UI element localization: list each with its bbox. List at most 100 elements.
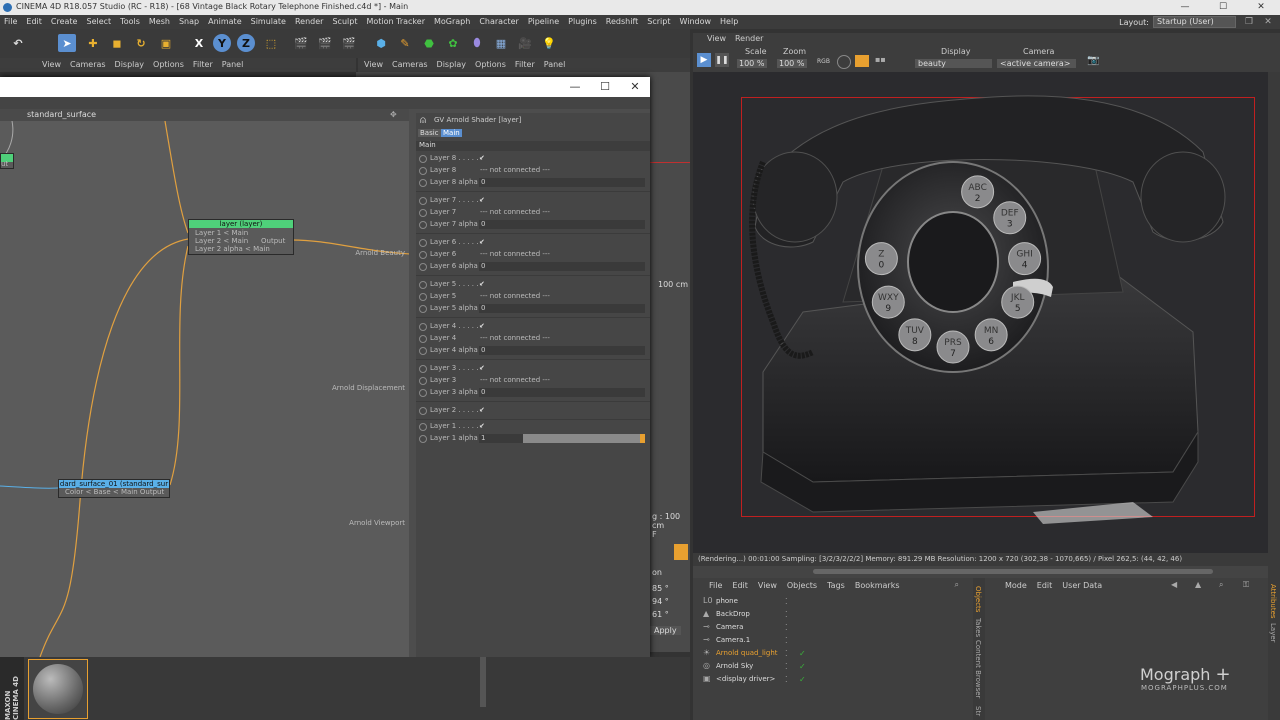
y-axis-button[interactable]: Y	[213, 34, 231, 52]
minimize-button[interactable]: —	[1166, 0, 1204, 15]
attribute-manager-menu-item[interactable]: Edit	[1037, 581, 1053, 590]
tab-basic[interactable]: Basic	[418, 129, 441, 137]
object-row[interactable]: ⊸ Camera ⁚	[693, 621, 973, 634]
region-icon[interactable]	[837, 55, 851, 69]
maximize-button[interactable]: ☐	[1204, 0, 1242, 15]
menu-item[interactable]: Help	[720, 17, 738, 26]
pen-icon[interactable]: ✎	[396, 34, 414, 52]
restore-icon[interactable]: ❐	[1242, 15, 1256, 29]
animate-radio-icon[interactable]	[419, 377, 427, 385]
side-tab-objects[interactable]: Objects	[974, 586, 982, 612]
object-manager-search-icon[interactable]: ⌕	[955, 580, 959, 590]
attribute-manager-menu-item[interactable]: User Data	[1062, 581, 1102, 590]
visibility-dots-icon[interactable]: ⁚	[785, 675, 788, 684]
layer-alpha-field[interactable]: 0	[479, 304, 523, 313]
subdivision-icon[interactable]: ⬣	[420, 34, 438, 52]
menu-item[interactable]: Animate	[208, 17, 242, 26]
layer-alpha-field[interactable]: 1	[479, 434, 523, 443]
deformer-icon[interactable]: ⬮	[468, 34, 486, 52]
render-canvas[interactable]: ABC 2 DEF 3 GHI 4 JKL 5 MN 6 PRS 7 TUV 8 WXY 9 Z 0	[693, 72, 1268, 553]
object-name[interactable]: Camera.1	[716, 636, 750, 644]
zoom-field[interactable]: 100 %	[777, 59, 807, 68]
object-name[interactable]: BackDrop	[716, 610, 750, 618]
viewport-menu-item[interactable]: Options	[153, 60, 184, 69]
layer-node-port-in[interactable]: Layer 2 alpha < Main	[195, 245, 270, 253]
menu-item[interactable]: Create	[51, 17, 78, 26]
layer-alpha-slider[interactable]	[523, 388, 645, 397]
play-icon[interactable]: ▶	[697, 53, 711, 67]
side-tab-attributes[interactable]: Attributes	[1269, 584, 1277, 619]
animate-radio-icon[interactable]	[419, 179, 427, 187]
safe-frame-icon[interactable]	[855, 55, 869, 67]
menu-item[interactable]: Mesh	[149, 17, 170, 26]
animate-radio-icon[interactable]	[419, 239, 427, 247]
animate-radio-icon[interactable]	[419, 209, 427, 217]
object-row[interactable]: ◎ Arnold Sky ⁚ ✓	[693, 660, 973, 673]
object-row[interactable]: L0 phone ⁚	[693, 595, 973, 608]
standard-surface-node[interactable]: dard_surface_01 (standard_sur Color < Ba…	[58, 479, 170, 498]
arnold-beauty-port[interactable]: Arnold Beauty	[355, 249, 405, 257]
pause-icon[interactable]: ❚❚	[715, 53, 729, 67]
layer-enable-checkbox[interactable]: ✔	[479, 364, 485, 372]
viewport-menu-item[interactable]: View	[364, 60, 383, 69]
side-tab-structure[interactable]: Str	[974, 706, 982, 716]
layer-alpha-slider[interactable]	[523, 178, 645, 187]
animate-radio-icon[interactable]	[419, 263, 427, 271]
layer-node-port-in[interactable]: Layer 2 < Main	[195, 237, 248, 245]
xpresso-window-titlebar[interactable]: — ☐ ✕	[0, 77, 650, 97]
menu-item[interactable]: Plugins	[568, 17, 597, 26]
viewport-menu-item[interactable]: Cameras	[392, 60, 428, 69]
enabled-check-icon[interactable]: ✓	[799, 675, 806, 684]
object-row[interactable]: ▲ BackDrop ⁚	[693, 608, 973, 621]
viewport-menu-item[interactable]: Panel	[222, 60, 244, 69]
menu-item[interactable]: MoGraph	[434, 17, 470, 26]
cloner-icon[interactable]: ✿	[444, 34, 462, 52]
layer-node-port-out[interactable]: Output	[261, 237, 285, 245]
enabled-check-icon[interactable]: ✓	[799, 662, 806, 671]
animate-radio-icon[interactable]	[419, 167, 427, 175]
menu-item[interactable]: Redshift	[606, 17, 638, 26]
menu-item[interactable]: Character	[479, 17, 519, 26]
rotation-b-value[interactable]: 61 °	[652, 610, 669, 619]
visibility-dots-icon[interactable]: ⁚	[785, 597, 788, 606]
menu-item[interactable]: Motion Tracker	[366, 17, 425, 26]
object-manager-menu-item[interactable]: Tags	[827, 581, 845, 590]
viewport-menu-item[interactable]: Display	[437, 60, 467, 69]
material-thumbnail[interactable]	[28, 659, 88, 719]
render-menu-item[interactable]: Render	[735, 34, 763, 43]
xpresso-maximize-button[interactable]: ☐	[590, 77, 620, 97]
layer-alpha-field[interactable]: 0	[479, 220, 523, 229]
apply-button[interactable]: Apply	[650, 626, 681, 635]
coord-system-icon[interactable]: ⬚	[262, 34, 280, 52]
object-row[interactable]: ▣ <display driver> ⁚ ✓	[693, 673, 973, 686]
attr-back-icon[interactable]: ◀	[1171, 580, 1177, 589]
object-manager-menu-item[interactable]: Edit	[732, 581, 748, 590]
render-menu-item[interactable]: View	[707, 34, 726, 43]
side-tab-layer[interactable]: Layer	[1269, 623, 1277, 643]
enabled-check-icon[interactable]: ✓	[799, 649, 806, 658]
animate-radio-icon[interactable]	[419, 281, 427, 289]
object-name[interactable]: Camera	[716, 623, 743, 631]
menu-item[interactable]: Tools	[120, 17, 140, 26]
viewport-menu-item[interactable]: Display	[115, 60, 145, 69]
xpresso-minimize-button[interactable]: —	[560, 77, 590, 97]
select-tool-icon[interactable]: ➤	[58, 34, 76, 52]
animate-radio-icon[interactable]	[419, 389, 427, 397]
layer-node[interactable]: layer (layer) Layer 1 < Main Layer 2 < M…	[188, 219, 294, 255]
layer-alpha-field[interactable]: 0	[479, 262, 523, 271]
layer-alpha-field[interactable]: 0	[479, 388, 523, 397]
x-axis-button[interactable]: X	[190, 34, 208, 52]
attribute-manager-menu-item[interactable]: Mode	[1005, 581, 1027, 590]
menu-item[interactable]: File	[4, 17, 17, 26]
output-stub-node[interactable]: ut	[0, 153, 14, 169]
render-view-icon[interactable]: 🎬	[292, 34, 310, 52]
object-manager-menu-item[interactable]: File	[709, 581, 722, 590]
menu-item[interactable]: Simulate	[251, 17, 286, 26]
rgb-button[interactable]: RGB	[817, 58, 830, 65]
animate-radio-icon[interactable]	[419, 305, 427, 313]
attr-search-icon[interactable]: ⌕	[1219, 580, 1223, 590]
viewport-menu-item[interactable]: Filter	[193, 60, 213, 69]
layer-alpha-field[interactable]: 0	[479, 178, 523, 187]
close-button[interactable]: ✕	[1242, 0, 1280, 15]
close-doc-icon[interactable]: ✕	[1256, 15, 1280, 29]
